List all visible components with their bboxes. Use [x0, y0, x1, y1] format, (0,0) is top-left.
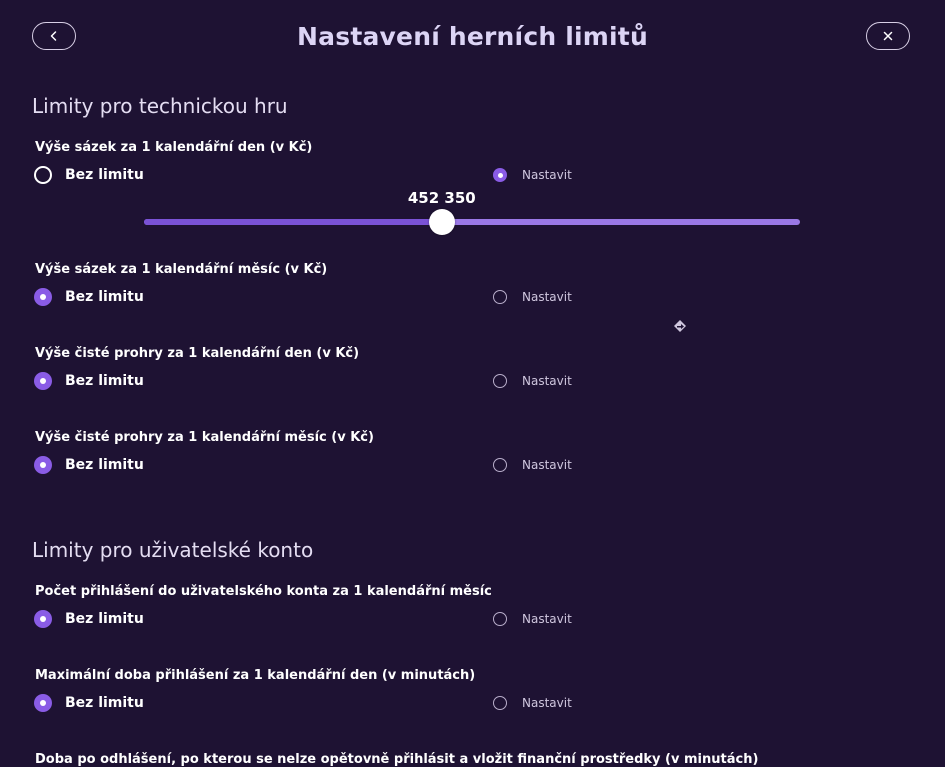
radio-no-limit-label[interactable]: Bez limitu — [65, 167, 144, 183]
slider-thumb[interactable] — [428, 209, 455, 235]
close-button[interactable] — [866, 22, 910, 50]
radio-set-limit[interactable] — [493, 290, 507, 304]
limit-label: Počet přihlášení do uživatelského konta … — [35, 584, 492, 599]
limit-label: Doba po odhlášení, po kterou se nelze op… — [35, 752, 759, 767]
limit-label: Maximální doba přihlášení za 1 kalendářn… — [35, 668, 476, 683]
radio-set-limit[interactable] — [493, 168, 507, 182]
radio-no-limit-label[interactable]: Bez limitu — [65, 289, 144, 305]
radio-set-limit-label[interactable]: Nastavit — [522, 696, 572, 710]
radio-no-limit[interactable] — [34, 610, 52, 628]
limit-options: Bez limitu Nastavit — [0, 610, 945, 631]
radio-no-limit[interactable] — [34, 372, 52, 390]
section-title-technical-game: Limity pro technickou hru — [32, 94, 288, 118]
radio-no-limit-label[interactable]: Bez limitu — [65, 457, 144, 473]
radio-set-limit[interactable] — [493, 458, 507, 472]
limit-label: Výše čisté prohry za 1 kalendářní měsíc … — [35, 430, 374, 445]
limit-label: Výše čisté prohry za 1 kalendářní den (v… — [35, 346, 360, 361]
slider-fill — [144, 219, 442, 225]
radio-no-limit[interactable] — [34, 288, 52, 306]
limit-options: Bez limitu Nastavit — [0, 166, 945, 187]
radio-no-limit[interactable] — [34, 166, 52, 184]
section-title-user-account: Limity pro uživatelské konto — [32, 538, 314, 562]
radio-set-limit-label[interactable]: Nastavit — [522, 374, 572, 388]
close-icon — [883, 31, 893, 41]
radio-no-limit-label[interactable]: Bez limitu — [65, 611, 144, 627]
radio-no-limit-label[interactable]: Bez limitu — [65, 373, 144, 389]
limit-options: Bez limitu Nastavit — [0, 372, 945, 393]
radio-no-limit-label[interactable]: Bez limitu — [65, 695, 144, 711]
radio-set-limit[interactable] — [493, 696, 507, 710]
limit-options: Bez limitu Nastavit — [0, 456, 945, 477]
cursor-icon — [674, 320, 686, 332]
page-title: Nastavení herních limitů — [297, 22, 648, 51]
radio-no-limit[interactable] — [34, 694, 52, 712]
limit-options: Bez limitu Nastavit — [0, 288, 945, 309]
radio-no-limit[interactable] — [34, 456, 52, 474]
limit-label: Výše sázek za 1 kalendářní měsíc (v Kč) — [35, 262, 328, 277]
radio-set-limit-label[interactable]: Nastavit — [522, 168, 572, 182]
limit-label: Výše sázek za 1 kalendářní den (v Kč) — [35, 140, 313, 155]
slider-value: 452 350 — [407, 189, 476, 207]
radio-set-limit-label[interactable]: Nastavit — [522, 612, 572, 626]
limit-options: Bez limitu Nastavit — [0, 694, 945, 715]
radio-set-limit-label[interactable]: Nastavit — [522, 458, 572, 472]
radio-set-limit[interactable] — [493, 374, 507, 388]
radio-set-limit-label[interactable]: Nastavit — [522, 290, 572, 304]
radio-set-limit[interactable] — [493, 612, 507, 626]
